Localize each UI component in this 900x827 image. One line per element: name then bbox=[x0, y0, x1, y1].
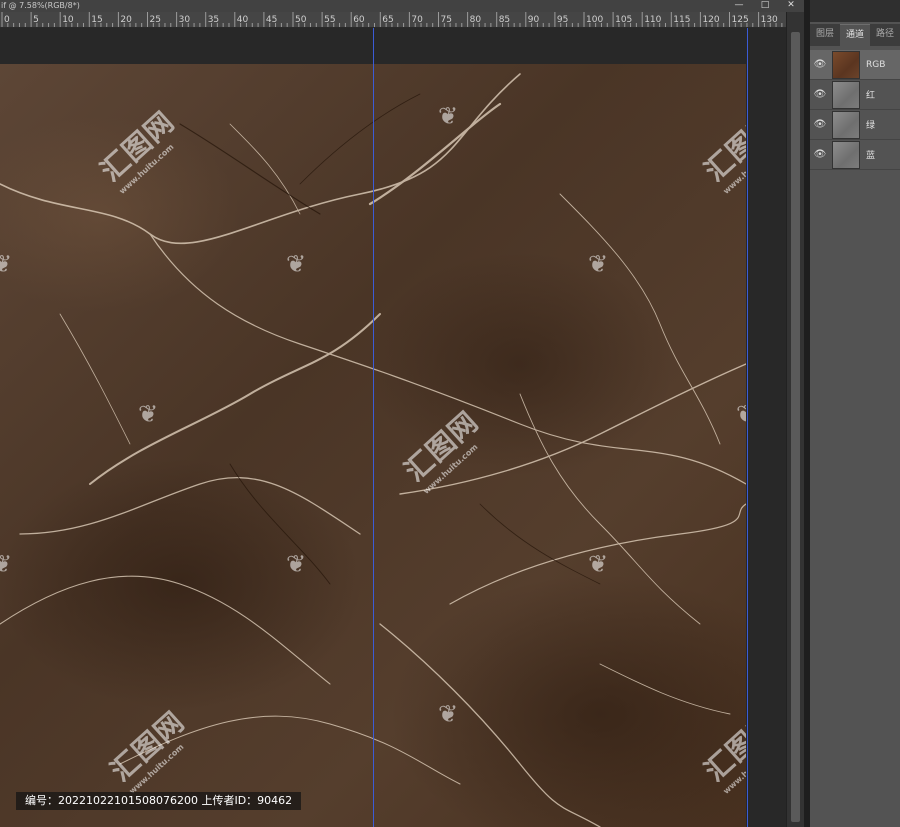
ruler-label: 0 bbox=[4, 15, 10, 25]
eye-icon[interactable]: 👁 bbox=[810, 59, 830, 70]
watermark-mini: ❦ bbox=[588, 250, 609, 278]
minimize-button[interactable]: — bbox=[726, 0, 752, 12]
ruler-label: 100 bbox=[586, 15, 603, 25]
watermark-mini: ❦ bbox=[0, 250, 13, 278]
close-button[interactable]: ✕ bbox=[778, 0, 804, 12]
channel-list: 👁 RGB 👁 红 👁 绿 👁 蓝 bbox=[810, 50, 900, 170]
vertical-guide[interactable] bbox=[373, 28, 374, 827]
channel-name: 红 bbox=[866, 91, 876, 101]
vertical-scrollbar[interactable] bbox=[786, 12, 805, 827]
document-tab[interactable]: if @ 7.58%(RGB/8*) bbox=[0, 0, 804, 12]
ruler-ticks: 0 5 10 15 20 25 30 35 40 45 50 55 60 65 70 75 80 85 90 95 10… bbox=[1, 12, 783, 27]
eye-icon[interactable]: 👁 bbox=[810, 149, 830, 160]
channel-row-red[interactable]: 👁 红 bbox=[810, 80, 900, 110]
ruler-label: 120 bbox=[702, 15, 719, 25]
ruler-label: 110 bbox=[644, 15, 661, 25]
tab-layers[interactable]: 图层 bbox=[810, 24, 840, 46]
watermark-mini: ❦ bbox=[588, 550, 609, 578]
scrollbar-thumb[interactable] bbox=[791, 32, 800, 822]
channel-row-blue[interactable]: 👁 蓝 bbox=[810, 140, 900, 170]
watermark-mini: ❦ bbox=[0, 550, 13, 578]
horizontal-ruler[interactable]: 0 5 10 15 20 25 30 35 40 45 50 55 60 65 70 75 80 85 90 95 10… bbox=[0, 12, 786, 28]
watermark-mini: ❦ bbox=[138, 400, 159, 428]
maximize-button[interactable]: □ bbox=[752, 0, 778, 12]
watermark-mini: ❦ bbox=[438, 102, 459, 130]
channel-name: 绿 bbox=[866, 121, 876, 131]
window-controls: — □ ✕ bbox=[726, 0, 804, 12]
watermark-mini: ❦ bbox=[438, 700, 459, 728]
channel-thumbnail bbox=[832, 110, 860, 139]
ruler-label: 105 bbox=[615, 15, 632, 25]
panel-tabs: 图层 通道 路径 bbox=[810, 24, 900, 47]
ruler-label: 130 bbox=[761, 15, 778, 25]
ruler-label: 115 bbox=[673, 15, 690, 25]
ruler-label: 5 bbox=[33, 15, 39, 25]
document-title: if @ 7.58%(RGB/8*) bbox=[1, 1, 80, 10]
channel-name: 蓝 bbox=[866, 151, 876, 161]
tab-paths[interactable]: 路径 bbox=[870, 24, 900, 46]
panel-header bbox=[810, 0, 900, 22]
eye-icon[interactable]: 👁 bbox=[810, 119, 830, 130]
pasteboard[interactable]: 汇图网 www.huitu.com 汇图网 www.huitu.com 汇图网 www… bbox=[0, 28, 786, 827]
channels-panel: 图层 通道 路径 👁 RGB 👁 红 👁 绿 👁 蓝 bbox=[810, 0, 900, 827]
channel-thumbnail bbox=[832, 50, 860, 79]
watermark-mini: ❦ bbox=[736, 400, 746, 428]
watermark-mini: ❦ bbox=[286, 250, 307, 278]
image-info-bar: 编号：20221022101508076200 上传者ID：90462 bbox=[16, 792, 302, 810]
channel-row-rgb[interactable]: 👁 RGB bbox=[810, 50, 900, 80]
channel-row-green[interactable]: 👁 绿 bbox=[810, 110, 900, 140]
tab-channels[interactable]: 通道 bbox=[840, 24, 871, 47]
ruler-label: 125 bbox=[732, 15, 749, 25]
channel-thumbnail bbox=[832, 80, 860, 109]
eye-icon[interactable]: 👁 bbox=[810, 89, 830, 100]
watermark-mini: ❦ bbox=[286, 550, 307, 578]
channel-name: RGB bbox=[866, 59, 886, 70]
channel-thumbnail bbox=[832, 140, 860, 169]
vertical-guide[interactable] bbox=[747, 28, 748, 827]
